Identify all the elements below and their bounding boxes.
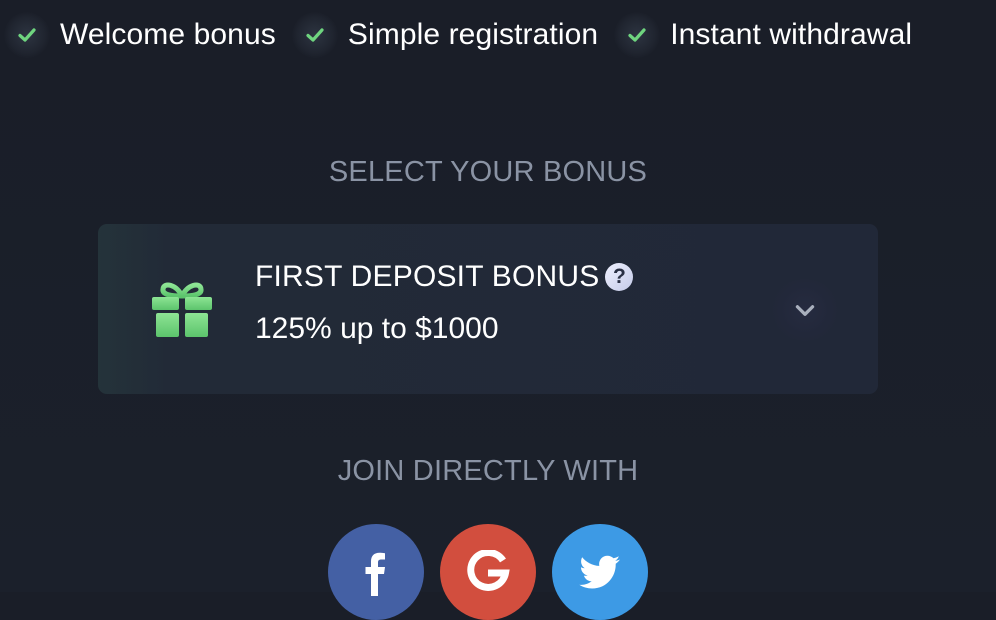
join-directly-heading: JOIN DIRECTLY WITH xyxy=(337,455,639,487)
facebook-icon xyxy=(365,552,385,596)
social-login-row xyxy=(328,524,648,620)
bonus-title-row: FIRST DEPOSIT BONUS ? xyxy=(255,260,634,294)
check-icon xyxy=(4,12,50,58)
facebook-login-button[interactable] xyxy=(328,524,424,620)
check-icon xyxy=(291,12,338,58)
bonus-amount: 125% up to $1000 xyxy=(255,312,499,345)
feature-label: Welcome bonus xyxy=(60,18,276,51)
features-list: Welcome bonus Simple registration Instan… xyxy=(4,11,912,59)
feature-label: Instant withdrawal xyxy=(670,18,913,51)
question-icon[interactable]: ? xyxy=(605,263,634,291)
twitter-icon xyxy=(579,555,620,589)
feature-simple-registration: Simple registration xyxy=(291,12,599,58)
gift-icon xyxy=(152,282,212,337)
bonus-selector[interactable]: FIRST DEPOSIT BONUS ? 125% up to $1000 xyxy=(98,224,878,394)
feature-welcome-bonus: Welcome bonus xyxy=(4,12,276,58)
check-icon xyxy=(614,12,661,58)
google-icon xyxy=(467,550,510,591)
chevron-down-icon xyxy=(795,305,815,316)
feature-label: Simple registration xyxy=(347,18,599,51)
feature-instant-withdrawal: Instant withdrawal xyxy=(614,12,912,58)
twitter-login-button[interactable] xyxy=(552,524,648,620)
bonus-title: FIRST DEPOSIT BONUS xyxy=(255,260,600,293)
select-bonus-heading: SELECT YOUR BONUS xyxy=(328,156,648,188)
google-login-button[interactable] xyxy=(440,524,536,620)
bonus-dropdown-button[interactable] xyxy=(770,279,840,341)
